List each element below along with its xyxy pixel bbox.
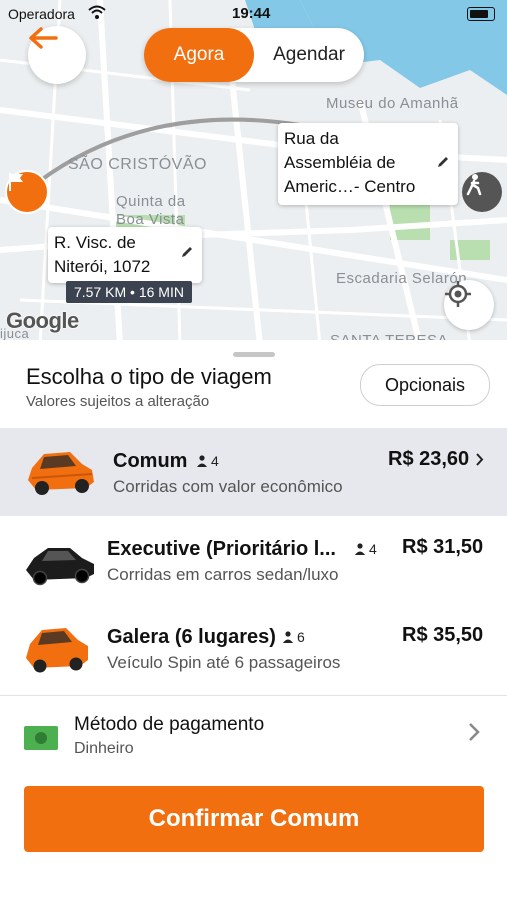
cash-icon: [24, 726, 58, 750]
ride-selection-sheet: Escolha o tipo de viagem Valores sujeito…: [0, 340, 507, 900]
confirm-ride-button[interactable]: Confirmar Comum: [24, 786, 484, 852]
options-button[interactable]: Opcionais: [360, 364, 490, 406]
route-eta-label: 7.57 KM • 16 MIN: [66, 281, 192, 303]
ride-seat-count: 6: [297, 629, 305, 645]
destination-line-1: Rua da: [284, 129, 339, 148]
payment-title: Método de pagamento: [74, 714, 265, 735]
payment-value: Dinheiro: [74, 740, 134, 757]
map-view[interactable]: Operadora 19:44 Agora Agendar Museu do A…: [0, 0, 507, 345]
toggle-schedule[interactable]: Agendar: [254, 28, 364, 82]
ride-description: Veículo Spin até 6 passageiros: [107, 653, 341, 672]
ride-price: R$ 23,60: [388, 448, 470, 470]
ride-name: Comum: [113, 450, 188, 472]
ride-option-comum[interactable]: Comum 4 Corridas com valor econômico R$ …: [0, 428, 507, 516]
walking-person-icon: [466, 174, 482, 196]
destination-line-2: Assembléia de: [284, 153, 396, 172]
ride-price: R$ 31,50: [402, 536, 484, 558]
ride-price: R$ 35,50: [402, 624, 484, 646]
ride-name: Galera (6 lugares): [107, 626, 276, 648]
ride-option-galera[interactable]: Galera (6 lugares) 6 Veículo Spin até 6 …: [0, 604, 507, 692]
map-label-museum: Museu do Amanhã: [326, 95, 459, 112]
ride-seat-count: 4: [211, 453, 219, 469]
person-icon: [283, 631, 293, 643]
map-label-quinta-1: Quinta da: [116, 193, 186, 210]
edit-pencil-icon[interactable]: [436, 155, 450, 169]
arrow-left-icon: [29, 27, 58, 49]
map-label-quinta-2: Boa Vista: [116, 211, 185, 228]
ride-name: Executive (Prioritário l...: [107, 538, 336, 560]
chevron-right-icon: [476, 453, 484, 466]
wifi-icon: [88, 5, 106, 19]
my-location-button[interactable]: [444, 280, 494, 330]
origin-line-2: Niterói, 1072: [54, 257, 151, 276]
payment-method-row[interactable]: Método de pagamento Dinheiro: [0, 696, 507, 774]
destination-pin[interactable]: [462, 172, 502, 212]
car-icon: [26, 548, 94, 586]
map-label-district: SÃO CRISTÓVÃO: [68, 156, 207, 173]
ride-option-executive[interactable]: Executive (Prioritário l... 4 Corridas e…: [0, 516, 507, 604]
time-toggle: Agora Agendar: [144, 28, 364, 82]
car-icon: [28, 452, 94, 495]
sheet-subtitle: Valores sujeitos a alteração: [26, 393, 210, 410]
ride-seats: 4: [196, 453, 219, 469]
flag-icon: [9, 173, 23, 191]
carrier-label: Operadora: [8, 6, 75, 22]
person-icon: [355, 543, 365, 555]
origin-address-bubble[interactable]: R. Visc. de Niterói, 1072: [48, 227, 202, 283]
ride-seats: 6: [282, 629, 305, 645]
destination-address-bubble[interactable]: Rua da Assembléia de Americ…- Centro: [278, 123, 458, 205]
google-attribution: Google: [6, 308, 79, 333]
battery-icon: [467, 7, 495, 21]
chevron-right-icon: [469, 723, 480, 741]
ride-seat-count: 4: [369, 541, 377, 557]
toggle-now[interactable]: Agora: [144, 28, 254, 82]
ride-description: Corridas em carros sedan/luxo: [107, 565, 339, 584]
ride-seats: 4: [354, 541, 377, 557]
edit-pencil-icon[interactable]: [180, 245, 194, 259]
back-button[interactable]: [28, 26, 86, 84]
sheet-drag-handle[interactable]: [233, 352, 275, 357]
ride-description: Corridas com valor econômico: [113, 477, 343, 496]
car-icon: [26, 628, 88, 673]
destination-line-3: Americ…- Centro: [284, 177, 416, 196]
person-icon: [197, 455, 207, 467]
origin-flag-pin[interactable]: [5, 170, 49, 214]
clock: 19:44: [232, 5, 271, 22]
sheet-title: Escolha o tipo de viagem: [26, 364, 272, 389]
status-bar: Operadora 19:44: [0, 0, 507, 28]
crosshair-icon: [445, 281, 471, 307]
origin-line-1: R. Visc. de: [54, 233, 136, 252]
